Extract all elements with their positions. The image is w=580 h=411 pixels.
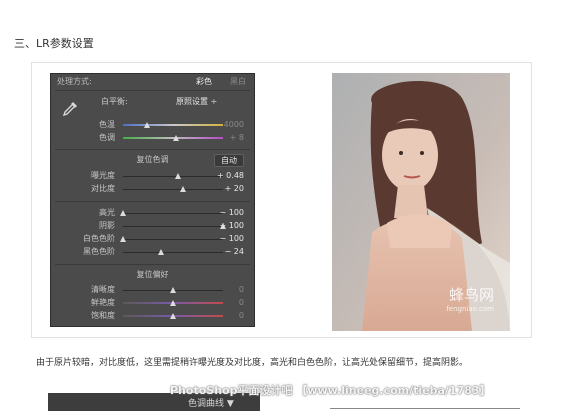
photo-watermark-url: fengniao.com [446,305,494,313]
vibrance-value[interactable]: 0 [214,297,244,309]
divider [55,201,250,202]
shadows-track[interactable] [123,226,223,227]
temp-label: 色温 [99,120,115,129]
photo-watermark-brand: 蜂鸟网 [448,286,494,304]
portrait-photo: 蜂鸟网 fengniao.com [332,73,510,331]
exposure-track[interactable] [123,176,223,177]
contrast-value[interactable]: + 20 [214,183,244,195]
section-heading: 三、LR参数设置 [14,37,94,50]
contrast-track[interactable] [123,189,223,190]
highlights-thumb[interactable] [120,210,126,216]
tint-thumb[interactable] [173,135,179,141]
bw-option[interactable]: 黑白 [230,74,246,90]
treatment-row: 处理方式: 彩色 黑白 [51,74,254,90]
clarity-thumb[interactable] [170,287,176,293]
saturation-label: 饱和度 [91,311,115,320]
contrast-label: 对比度 [91,184,115,193]
presence-header: 复位偏好 [51,269,254,281]
temp-slider-row[interactable]: 色温 4000 [51,119,254,131]
shadows-label: 阴影 [99,221,115,230]
blacks-thumb[interactable] [158,249,164,255]
saturation-thumb[interactable] [170,313,176,319]
shadows-value[interactable]: + 100 [214,220,244,232]
vibrance-slider-row[interactable]: 鲜艳度 0 [51,297,254,309]
exposure-thumb[interactable] [175,173,181,179]
tint-label: 色调 [99,133,115,142]
temp-track[interactable] [123,124,223,126]
contrast-thumb[interactable] [180,186,186,192]
photo-watermark: 蜂鸟网 fengniao.com [446,284,494,313]
clarity-value[interactable]: 0 [214,284,244,296]
content-frame: 处理方式: 彩色 黑白 白平衡: 原照设置 ÷ 色温 4000 色调 + 8 复… [31,62,532,338]
divider [55,264,250,265]
caption-text: 由于原片较暗，对比度低，这里需提稍许曝光度及对比度，高光和白色色阶，让高光处保留… [36,358,469,368]
vibrance-thumb[interactable] [170,300,176,306]
highlights-label: 高光 [99,208,115,217]
saturation-value[interactable]: 0 [214,310,244,322]
whites-slider-row[interactable]: 白色色阶 − 100 [51,233,254,245]
clarity-label: 清晰度 [91,285,115,294]
clarity-slider-row[interactable]: 清晰度 0 [51,284,254,296]
auto-button[interactable]: 自动 [214,154,244,167]
shadows-slider-row[interactable]: 阴影 + 100 [51,220,254,232]
whites-track[interactable] [123,239,223,240]
exposure-label: 曝光度 [91,171,115,180]
white-balance-label: 白平衡: [101,97,128,106]
highlights-slider-row[interactable]: 高光 − 100 [51,207,254,219]
site-watermark: PhotoShop平面设计吧 【www.lineeg.com/tieba/178… [170,384,491,397]
whites-label: 白色色阶 [83,234,115,243]
exposure-value[interactable]: + 0.48 [214,170,244,182]
blacks-track[interactable] [123,252,223,253]
temp-value[interactable]: 4000 [214,119,244,131]
white-balance-select[interactable]: 原照设置 ÷ [176,95,217,109]
temp-thumb[interactable] [144,122,150,128]
saturation-slider-row[interactable]: 饱和度 0 [51,310,254,322]
whites-thumb[interactable] [120,236,126,242]
tint-value[interactable]: + 8 [214,132,244,144]
blacks-slider-row[interactable]: 黑色色阶 − 24 [51,246,254,258]
treatment-label: 处理方式: [57,77,92,86]
highlights-value[interactable]: − 100 [214,207,244,219]
white-balance-row: 白平衡: 原照设置 ÷ [51,95,254,109]
lightroom-basic-panel: 处理方式: 彩色 黑白 白平衡: 原照设置 ÷ 色温 4000 色调 + 8 复… [50,73,255,327]
tint-slider-row[interactable]: 色调 + 8 [51,132,254,144]
highlights-track[interactable] [123,213,223,214]
divider [55,149,250,150]
blacks-label: 黑色色阶 [83,247,115,256]
vibrance-label: 鲜艳度 [91,298,115,307]
contrast-slider-row[interactable]: 对比度 + 20 [51,183,254,195]
divider [330,408,520,409]
presence-reset-title[interactable]: 复位偏好 [51,269,254,281]
exposure-slider-row[interactable]: 曝光度 + 0.48 [51,170,254,182]
tone-header: 复位色调 自动 [51,154,254,167]
divider [55,90,250,91]
blacks-value[interactable]: − 24 [214,246,244,258]
color-option[interactable]: 彩色 [196,74,212,90]
whites-value[interactable]: − 100 [214,233,244,245]
